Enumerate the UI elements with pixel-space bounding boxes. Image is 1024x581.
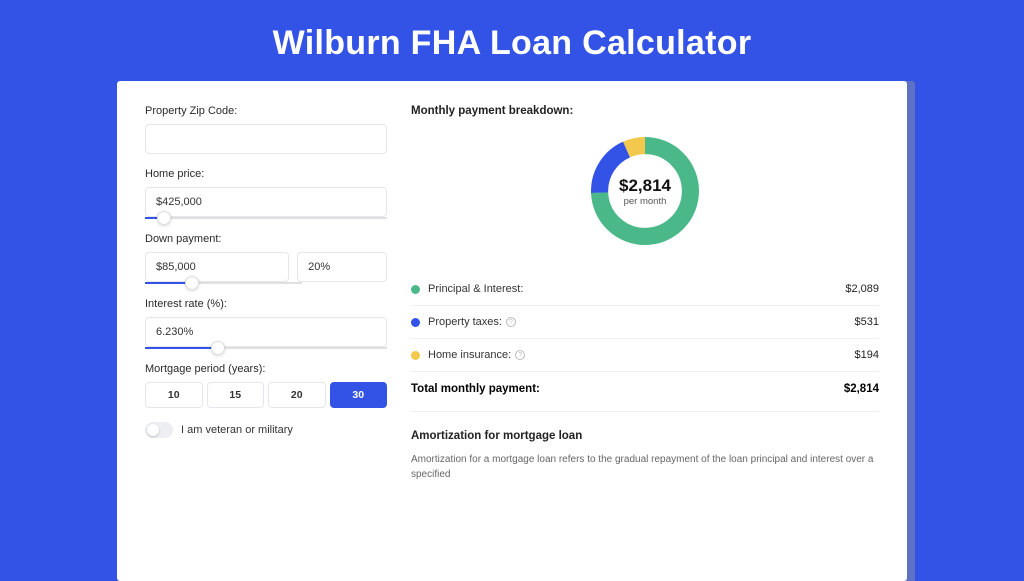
veteran-toggle[interactable] bbox=[145, 422, 173, 438]
payment-donut-chart: $2,814 per month bbox=[411, 131, 879, 251]
home-insurance-label: Home insurance: bbox=[428, 349, 511, 361]
property-taxes-value: $531 bbox=[855, 316, 879, 328]
down-payment-label: Down payment: bbox=[145, 233, 387, 245]
slider-thumb-icon[interactable] bbox=[185, 276, 199, 290]
toggle-knob-icon bbox=[147, 424, 159, 436]
home-insurance-row: Home insurance: ? $194 bbox=[411, 339, 879, 372]
mortgage-period-label: Mortgage period (years): bbox=[145, 363, 387, 375]
zip-input[interactable] bbox=[145, 124, 387, 154]
interest-rate-input[interactable] bbox=[145, 317, 387, 347]
mortgage-period-options: 10 15 20 30 bbox=[145, 382, 387, 408]
total-row: Total monthly payment: $2,814 bbox=[411, 372, 879, 412]
slider-thumb-icon[interactable] bbox=[211, 341, 225, 355]
veteran-row: I am veteran or military bbox=[145, 422, 387, 438]
donut-value: $2,814 bbox=[619, 176, 671, 196]
period-30-button[interactable]: 30 bbox=[330, 382, 388, 408]
breakdown-panel: Monthly payment breakdown: $2,814 per mo… bbox=[411, 105, 879, 557]
dot-icon bbox=[411, 351, 420, 360]
form-panel: Property Zip Code: Home price: Down paym… bbox=[145, 105, 387, 557]
principal-interest-row: Principal & Interest: $2,089 bbox=[411, 273, 879, 306]
home-price-field: Home price: bbox=[145, 168, 387, 219]
slider-thumb-icon[interactable] bbox=[157, 211, 171, 225]
down-payment-input[interactable] bbox=[145, 252, 289, 282]
home-insurance-value: $194 bbox=[855, 349, 879, 361]
period-15-button[interactable]: 15 bbox=[207, 382, 265, 408]
breakdown-title: Monthly payment breakdown: bbox=[411, 105, 879, 117]
interest-rate-slider[interactable] bbox=[145, 347, 387, 349]
home-price-label: Home price: bbox=[145, 168, 387, 180]
calculator-card: Property Zip Code: Home price: Down paym… bbox=[117, 81, 907, 581]
mortgage-period-field: Mortgage period (years): 10 15 20 30 bbox=[145, 363, 387, 408]
total-label: Total monthly payment: bbox=[411, 383, 540, 395]
principal-interest-label: Principal & Interest: bbox=[428, 283, 523, 295]
info-icon[interactable]: ? bbox=[515, 350, 525, 360]
veteran-label: I am veteran or military bbox=[181, 424, 293, 436]
property-taxes-label: Property taxes: bbox=[428, 316, 502, 328]
total-value: $2,814 bbox=[844, 383, 879, 395]
down-payment-slider[interactable] bbox=[145, 282, 302, 284]
property-taxes-row: Property taxes: ? $531 bbox=[411, 306, 879, 339]
dot-icon bbox=[411, 318, 420, 327]
info-icon[interactable]: ? bbox=[506, 317, 516, 327]
period-20-button[interactable]: 20 bbox=[268, 382, 326, 408]
zip-field: Property Zip Code: bbox=[145, 105, 387, 154]
down-payment-pct-input[interactable] bbox=[297, 252, 387, 282]
donut-sublabel: per month bbox=[624, 196, 667, 207]
dot-icon bbox=[411, 285, 420, 294]
down-payment-field: Down payment: bbox=[145, 233, 387, 284]
period-10-button[interactable]: 10 bbox=[145, 382, 203, 408]
page-title: Wilburn FHA Loan Calculator bbox=[0, 0, 1024, 81]
home-price-slider[interactable] bbox=[145, 217, 387, 219]
interest-rate-field: Interest rate (%): bbox=[145, 298, 387, 349]
zip-label: Property Zip Code: bbox=[145, 105, 387, 117]
home-price-input[interactable] bbox=[145, 187, 387, 217]
interest-rate-label: Interest rate (%): bbox=[145, 298, 387, 310]
amortization-title: Amortization for mortgage loan bbox=[411, 430, 879, 442]
principal-interest-value: $2,089 bbox=[845, 283, 879, 295]
amortization-text: Amortization for a mortgage loan refers … bbox=[411, 452, 879, 482]
